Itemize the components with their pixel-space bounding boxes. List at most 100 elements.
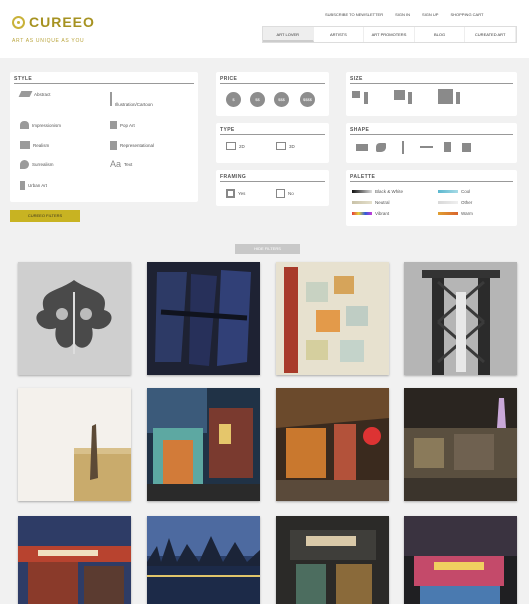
artwork-tile[interactable] xyxy=(404,388,517,501)
person-icon xyxy=(456,92,460,104)
price-option-4[interactable]: $$$$ xyxy=(300,92,315,107)
framing-option-yes[interactable]: Yes xyxy=(226,189,245,198)
shape-square-icon[interactable] xyxy=(462,143,471,152)
option-label: Abstract xyxy=(34,91,51,97)
price-option-3[interactable]: $$$ xyxy=(274,92,289,107)
hide-filters-button[interactable]: HIDE FILTERS xyxy=(235,244,300,254)
artwork-tile[interactable] xyxy=(147,388,260,501)
price-option-2[interactable]: $$ xyxy=(250,92,265,107)
artwork-image xyxy=(18,262,131,375)
style-option-realism[interactable]: Realism xyxy=(20,141,49,149)
framing-option-no[interactable]: No xyxy=(276,189,294,198)
style-option-abstract[interactable]: Abstract xyxy=(18,91,51,97)
style-option-pop-art[interactable]: Pop Art xyxy=(110,121,135,129)
artwork-image xyxy=(404,388,517,501)
tab-cureated-art[interactable]: CUREATED ART xyxy=(465,27,516,42)
tab-art-lover[interactable]: ART LOVER xyxy=(263,27,314,42)
unframed-icon xyxy=(276,189,285,198)
tagline: ART AS UNIQUE AS YOU xyxy=(12,38,85,44)
framed-icon xyxy=(226,189,235,198)
artwork-tile[interactable] xyxy=(404,262,517,375)
style-option-surrealism[interactable]: Surrealism xyxy=(20,160,54,169)
artwork-tile[interactable] xyxy=(18,516,131,604)
option-label: Yes xyxy=(238,191,246,196)
option-label: Representational xyxy=(120,143,155,148)
option-label: Impressionism xyxy=(32,122,62,128)
page: CUREEO ART AS UNIQUE AS YOU SUBSCRIBE TO… xyxy=(0,0,529,604)
sign-in-link[interactable]: SIGN IN xyxy=(395,12,410,17)
shape-landscape-icon[interactable] xyxy=(356,144,368,151)
artwork-image xyxy=(147,388,260,501)
artwork-tile[interactable] xyxy=(18,388,131,501)
subscribe-link[interactable]: SUBSCRIBE TO NEWSLETTER xyxy=(325,12,383,17)
palette-option-warm[interactable]: Warm xyxy=(438,211,473,216)
size-medium-icon[interactable] xyxy=(394,90,405,100)
cureeo-filters-button[interactable]: CUREEO FILTERS xyxy=(10,210,80,222)
palette-option-cool[interactable]: Cool xyxy=(438,189,470,194)
palette-option-black-white[interactable]: Black & White xyxy=(352,189,403,194)
sign-up-link[interactable]: SIGN UP xyxy=(422,12,438,17)
text-icon: Aa xyxy=(110,159,122,169)
price-panel: PRICE $ $$ $$$ $$$$ xyxy=(216,72,329,116)
artwork-tile[interactable] xyxy=(404,516,517,604)
person-icon xyxy=(364,92,368,104)
artwork-tile[interactable] xyxy=(276,388,389,501)
divider xyxy=(220,134,325,135)
tab-blog[interactable]: BLOG xyxy=(415,27,466,42)
artwork-tile[interactable] xyxy=(147,516,260,604)
style-option-representational[interactable]: Representational xyxy=(110,141,154,150)
option-label: Illustration/Cartoon xyxy=(115,102,153,107)
artwork-tile[interactable] xyxy=(147,262,260,375)
size-large-icon[interactable] xyxy=(438,89,453,104)
top-links: SUBSCRIBE TO NEWSLETTER SIGN IN SIGN UP … xyxy=(325,12,483,17)
option-label: Surrealism xyxy=(32,162,54,167)
palette-option-other[interactable]: Other xyxy=(438,200,472,205)
shape-title: SHAPE xyxy=(350,127,370,133)
neutral-swatch xyxy=(352,201,372,204)
option-label: Other xyxy=(461,200,473,205)
artwork-tile[interactable] xyxy=(276,262,389,375)
black-white-swatch xyxy=(352,190,372,193)
size-small-icon[interactable] xyxy=(352,91,360,98)
framing-panel: FRAMING Yes No xyxy=(216,170,329,206)
artwork-image xyxy=(147,262,260,375)
option-label: Text xyxy=(124,161,133,167)
type-option-3d[interactable]: 3D xyxy=(276,142,295,150)
type-option-2d[interactable]: 2D xyxy=(226,142,245,150)
person-icon xyxy=(408,92,412,104)
artwork-tile[interactable] xyxy=(276,516,389,604)
style-title: STYLE xyxy=(14,76,33,82)
palette-panel: PALETTE Black & White Cool Neutral Other… xyxy=(346,170,517,226)
palette-option-vibrant[interactable]: Vibrant xyxy=(352,211,389,216)
divider xyxy=(350,181,513,182)
cool-swatch xyxy=(438,190,458,193)
tab-artists[interactable]: ARTISTS xyxy=(314,27,365,42)
shape-irregular-icon[interactable] xyxy=(376,143,386,152)
pop-art-icon xyxy=(110,121,117,129)
option-label: Cool xyxy=(461,189,471,194)
option-label: Warm xyxy=(461,211,473,216)
palette-option-neutral[interactable]: Neutral xyxy=(352,200,390,205)
artwork-image xyxy=(404,516,517,604)
artwork-tile[interactable] xyxy=(18,262,131,375)
shape-wide-icon[interactable] xyxy=(420,146,433,148)
tab-art-promoters[interactable]: ART PROMOTERS xyxy=(364,27,415,42)
artwork-image xyxy=(18,388,131,501)
option-label: Neutral xyxy=(375,200,390,205)
main-nav: ART LOVER ARTISTS ART PROMOTERS BLOG CUR… xyxy=(262,26,517,43)
style-option-text[interactable]: Aa Text xyxy=(110,159,132,169)
shopping-cart-link[interactable]: SHOPPING CART xyxy=(450,12,483,17)
option-label: Pop Art xyxy=(120,122,135,128)
surrealism-icon xyxy=(20,160,29,169)
style-panel: STYLE Abstract Illustration/Cartoon Impr… xyxy=(10,72,198,202)
artwork-image xyxy=(404,262,517,375)
logo[interactable]: CUREEO xyxy=(12,14,95,30)
price-option-1[interactable]: $ xyxy=(226,92,241,107)
style-option-impressionism[interactable]: Impressionism xyxy=(20,121,61,129)
artwork-image xyxy=(276,516,389,604)
shape-tall-icon[interactable] xyxy=(402,141,404,154)
size-title: SIZE xyxy=(350,76,363,82)
style-option-urban-art[interactable]: Urban Art xyxy=(20,181,47,190)
shape-portrait-icon[interactable] xyxy=(444,142,451,152)
style-option-illustration[interactable]: Illustration/Cartoon xyxy=(110,90,153,107)
